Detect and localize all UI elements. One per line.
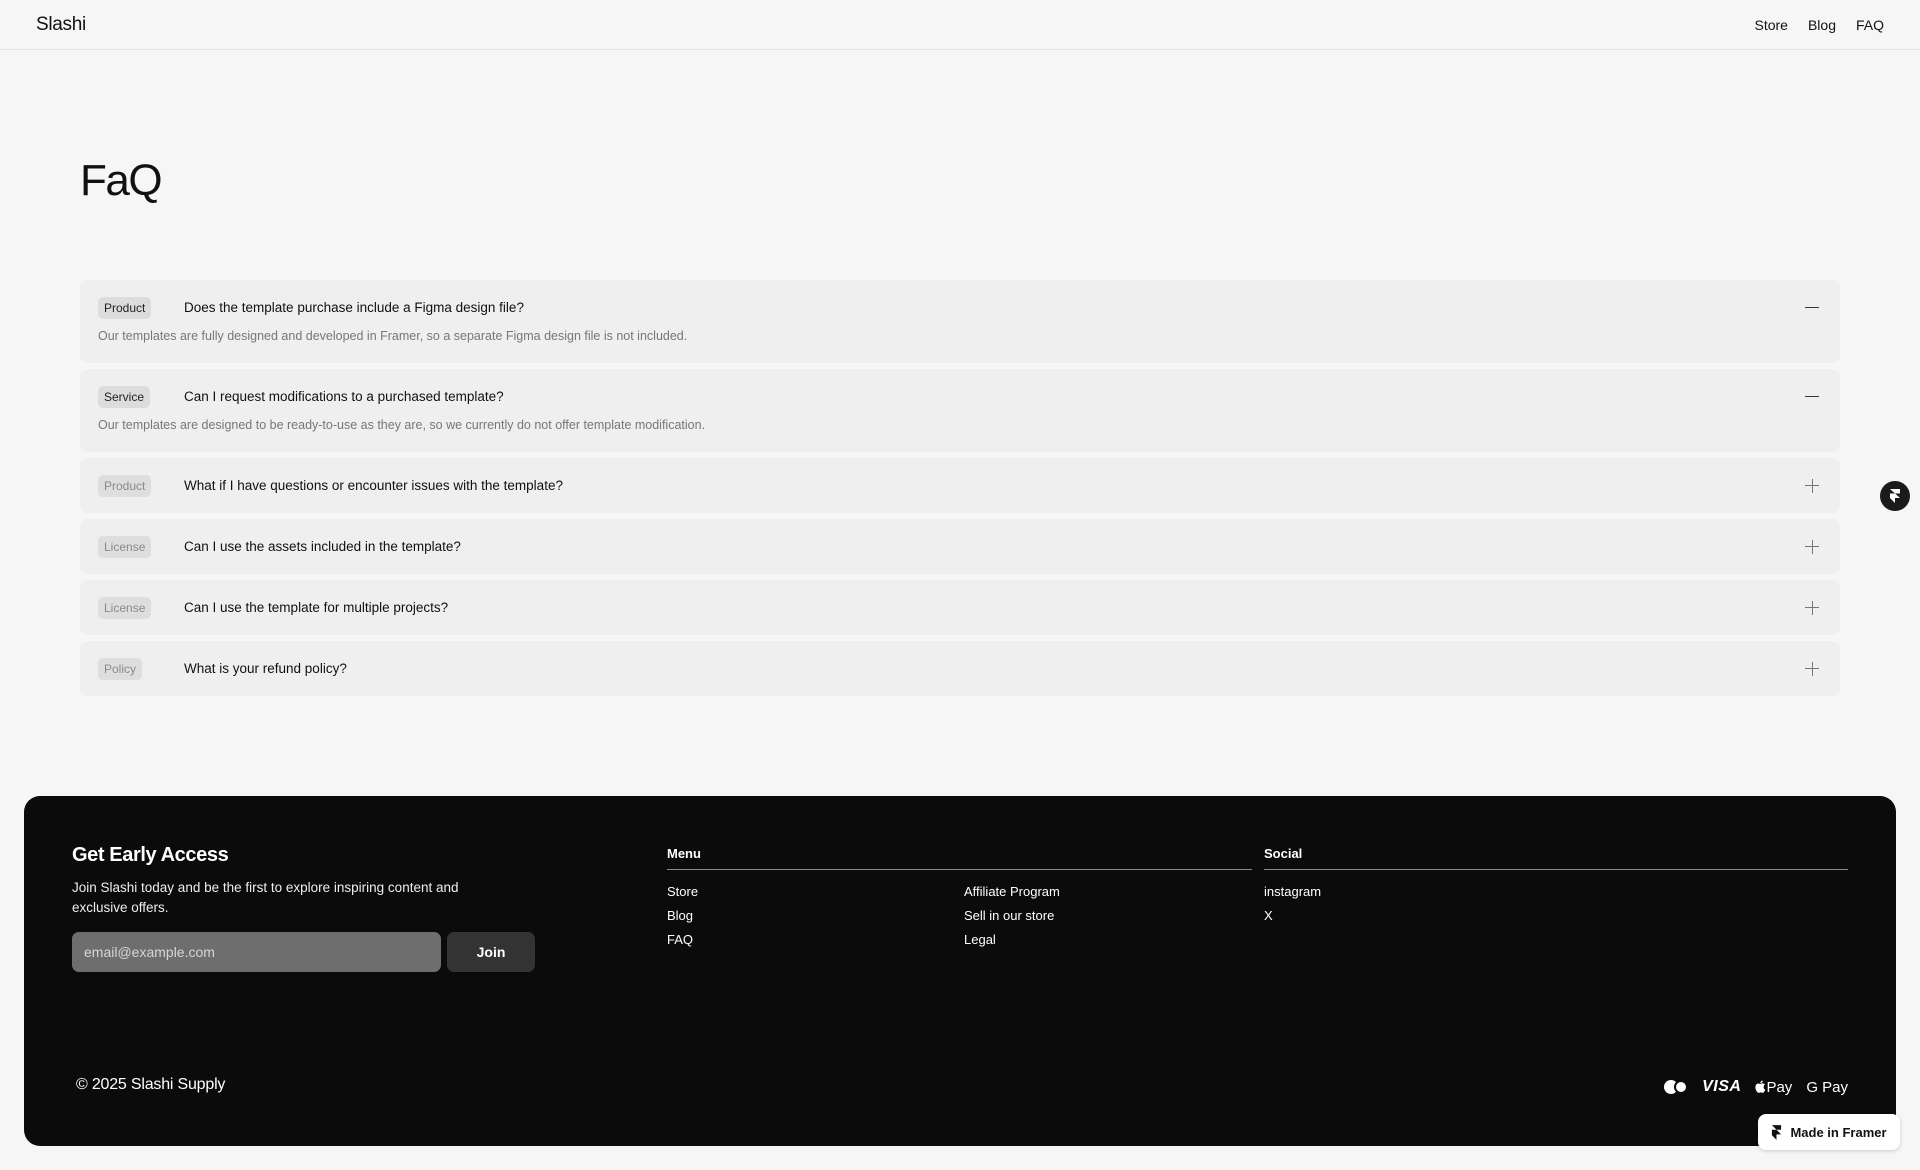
faq-question: What is your refund policy? [184,661,347,676]
social-links: instagram X [1264,884,1321,924]
footer-link-affiliate[interactable]: Affiliate Program [964,884,1060,900]
main-nav: Store Blog FAQ [1754,17,1884,33]
faq-category-tag: Product [98,474,152,497]
faq-question: Can I request modifications to a purchas… [184,389,504,404]
framer-icon [1890,489,1900,503]
copyright: © 2025 Slashi Supply [76,1076,226,1093]
visa-icon: VISA [1702,1078,1742,1095]
faq-item-header[interactable]: Service Can I request modifications to a… [98,369,1822,424]
site-footer: Get Early Access Join Slashi today and b… [24,796,1896,1146]
faq-item: Product What if I have questions or enco… [80,458,1840,513]
faq-item: License Can I use the assets included in… [80,519,1840,574]
menu-heading: Menu [667,846,1252,870]
google-pay-icon: G Pay [1806,1078,1848,1096]
nav-link-faq[interactable]: FAQ [1856,17,1884,33]
faq-question: What if I have questions or encounter is… [184,478,563,493]
footer-link-legal[interactable]: Legal [964,932,1060,948]
early-access-form: Join [72,932,535,972]
early-access-description: Join Slashi today and be the first to ex… [72,880,459,915]
faq-item: Policy What is your refund policy? [80,641,1840,696]
faq-item: License Can I use the template for multi… [80,580,1840,635]
faq-category-tag: License [98,596,152,619]
faq-item-header[interactable]: Product What if I have questions or enco… [98,458,1822,513]
top-navigation-bar: Slashi Store Blog FAQ [0,0,1920,50]
faq-item-header[interactable]: License Can I use the assets included in… [98,519,1822,574]
framer-floating-button[interactable] [1880,481,1910,511]
menu-links-col1: Store Blog FAQ [667,884,698,948]
footer-link-store[interactable]: Store [667,884,698,900]
faq-category-tag: Product [98,296,152,319]
faq-question: Can I use the assets included in the tem… [184,539,461,554]
made-in-framer-badge[interactable]: Made in Framer [1758,1114,1900,1150]
menu-links-col2: Affiliate Program Sell in our store Lega… [964,884,1060,948]
nav-link-blog[interactable]: Blog [1808,17,1836,33]
faq-item-header[interactable]: Policy What is your refund policy? [98,641,1822,696]
faq-question: Does the template purchase include a Fig… [184,300,524,315]
made-in-framer-label: Made in Framer [1790,1124,1887,1140]
faq-item: Service Can I request modifications to a… [80,369,1840,452]
email-input[interactable] [72,932,441,972]
footer-link-sell[interactable]: Sell in our store [964,908,1060,924]
minus-icon[interactable] [1804,300,1820,316]
plus-icon[interactable] [1804,600,1820,616]
early-access-title: Get Early Access [72,844,229,866]
faq-answer: Our templates are fully designed and dev… [98,329,688,343]
social-link-instagram[interactable]: instagram [1264,884,1321,900]
framer-icon [1772,1124,1782,1140]
page-title: FaQ [80,156,163,205]
apple-pay-label: Pay [1766,1078,1793,1096]
payment-methods: VISA Pay G Pay [1664,1078,1848,1096]
faq-item-header[interactable]: Product Does the template purchase inclu… [98,280,1822,335]
footer-link-blog[interactable]: Blog [667,908,698,924]
mastercard-icon [1664,1080,1689,1094]
faq-question: Can I use the template for multiple proj… [184,600,449,615]
join-button[interactable]: Join [447,932,535,972]
plus-icon[interactable] [1804,661,1820,677]
faq-item-header[interactable]: License Can I use the template for multi… [98,580,1822,635]
site-logo[interactable]: Slashi [36,14,86,36]
apple-pay-icon: Pay [1755,1079,1792,1096]
social-link-x[interactable]: X [1264,908,1321,924]
faq-answer: Our templates are designed to be ready-t… [98,418,706,432]
plus-icon[interactable] [1804,478,1820,494]
footer-link-faq[interactable]: FAQ [667,932,698,948]
faq-list: Product Does the template purchase inclu… [80,280,1840,696]
faq-category-tag: Service [98,385,151,408]
social-heading: Social [1264,846,1848,870]
plus-icon[interactable] [1804,539,1820,555]
faq-category-tag: License [98,535,152,558]
minus-icon[interactable] [1804,389,1820,405]
faq-category-tag: Policy [98,657,143,680]
nav-link-store[interactable]: Store [1754,17,1787,33]
faq-item: Product Does the template purchase inclu… [80,280,1840,363]
apple-icon [1755,1080,1766,1093]
